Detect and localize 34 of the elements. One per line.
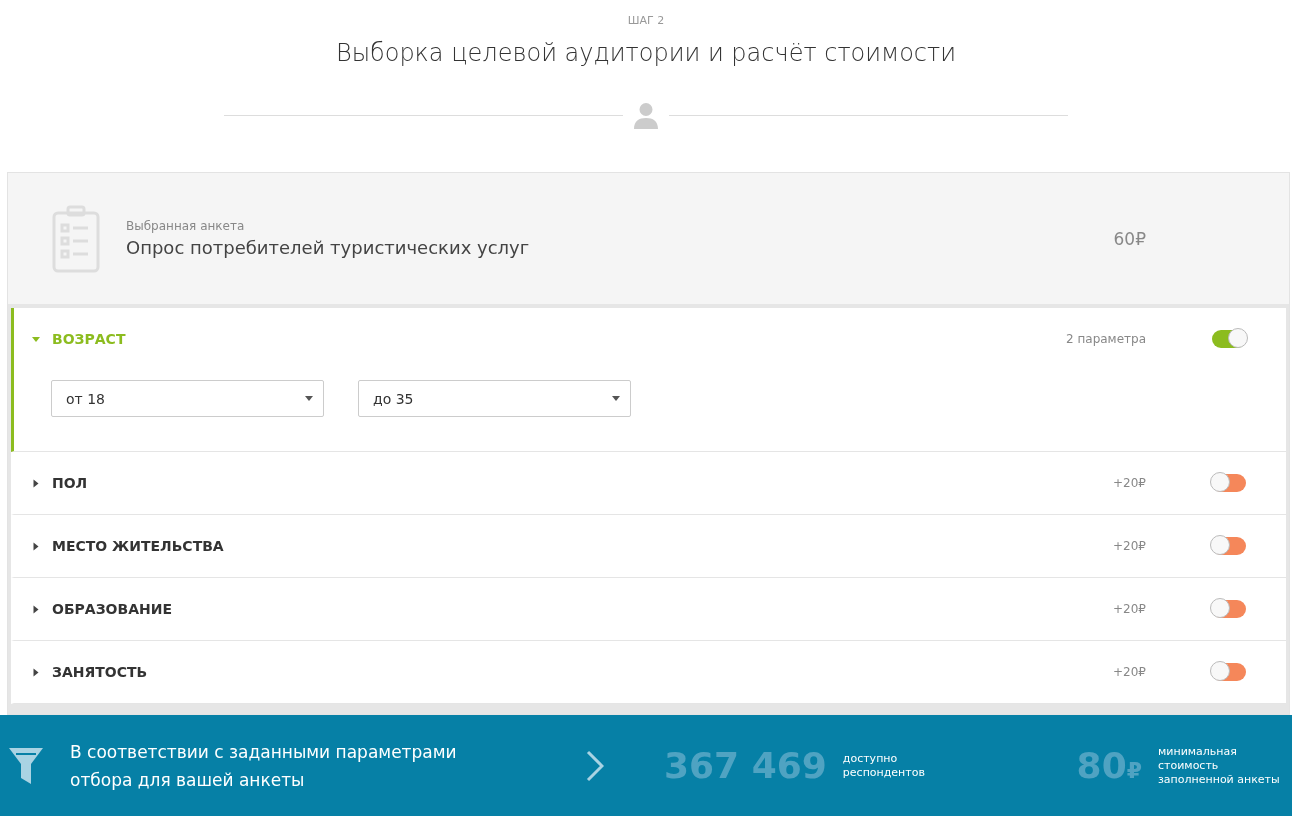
caret-icon[interactable]: [33, 542, 39, 550]
min-price-label: минимальная стоимость заполненной анкеты: [1158, 744, 1281, 787]
filter-note: +20₽: [1113, 539, 1146, 553]
filter-label[interactable]: ОБРАЗОВАНИЕ: [52, 601, 1114, 617]
survey-price: 60₽: [1113, 228, 1146, 249]
filter-label[interactable]: МЕСТО ЖИТЕЛЬСТВА: [52, 538, 1114, 554]
toggle-switch[interactable]: [1212, 330, 1246, 348]
caret-icon[interactable]: [33, 668, 39, 676]
filter-note: +20₽: [1113, 665, 1146, 679]
min-price: 80₽: [1076, 745, 1142, 786]
chevron-right-icon: [586, 749, 604, 782]
filter-note: 2 параметра: [1066, 332, 1146, 346]
toggle-switch[interactable]: [1212, 663, 1246, 681]
dropdown[interactable]: от 18: [51, 380, 324, 417]
toggle-switch[interactable]: [1212, 600, 1246, 618]
clipboard-icon: [52, 204, 100, 273]
respondents-label: доступно респондентов: [842, 751, 926, 780]
filter-label[interactable]: ЗАНЯТОСТЬ: [52, 664, 1114, 680]
dropdown[interactable]: до 35: [358, 380, 631, 417]
filter-note: +20₽: [1113, 476, 1146, 490]
survey-label: Выбранная анкета: [126, 219, 246, 233]
survey-name: Опрос потребителей туристических услуг: [126, 237, 531, 258]
footer-message: В соответствии с заданными параметрами отбора для вашей анкеты: [70, 740, 458, 792]
page-title: Выборка целевой аудитории и расчёт стоимости: [335, 39, 957, 67]
caret-icon[interactable]: [33, 479, 39, 487]
funnel-icon: [8, 745, 44, 786]
filter-note: +20₽: [1113, 602, 1146, 616]
respondents-count: 367 469: [664, 745, 827, 786]
filter-label[interactable]: ПОЛ: [52, 475, 1114, 491]
step-label: ШАГ 2: [627, 14, 665, 27]
toggle-switch[interactable]: [1212, 537, 1246, 555]
toggle-switch[interactable]: [1212, 474, 1246, 492]
caret-icon[interactable]: [33, 605, 39, 613]
person-icon: [631, 101, 661, 129]
